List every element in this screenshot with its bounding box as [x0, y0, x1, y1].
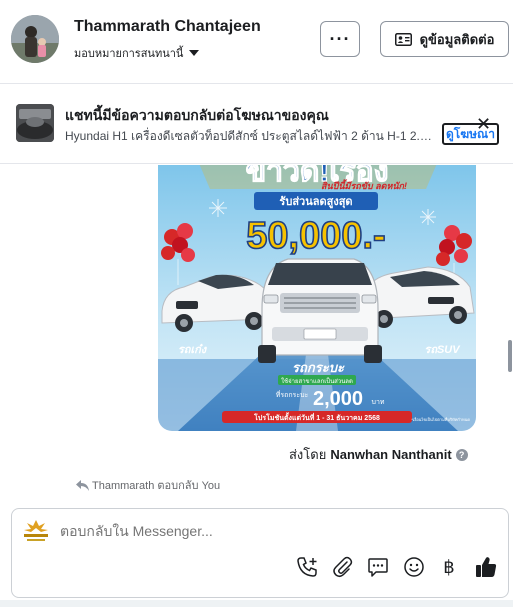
saved-replies-icon[interactable] [366, 555, 390, 579]
ad-center-car-label: รถกระบะ [292, 360, 345, 375]
ad-pickup-label: ที่รถกระบะ [276, 390, 309, 399]
ad-currency: บาท [372, 399, 385, 406]
more-options-button[interactable]: ··· [320, 21, 360, 57]
message-composer: ฿ [11, 508, 509, 598]
view-contact-info-button[interactable]: ดูข้อมูลติดต่อ [380, 21, 509, 57]
sent-by-line: ส่งโดย Nanwhan Nanthanit ? [289, 444, 468, 465]
caret-down-icon [189, 50, 200, 56]
payment-icon[interactable]: ฿ [437, 555, 461, 579]
contact-avatar[interactable] [11, 15, 59, 63]
ad-image-message[interactable]: ข่าวดี!เรือง สินปีนี้มีรถขับ ลดหนัก! รับ… [158, 165, 476, 431]
conversation-header: Thammarath Chantajeen มอบหมายการสนทนานี้… [0, 0, 513, 84]
help-icon[interactable]: ? [455, 448, 468, 461]
ad-description: Hyundai H1 เครื่องดีเซลตัวท็อปดีสักซ์ ปร… [65, 129, 437, 143]
reply-arrow-icon [76, 479, 89, 491]
contact-card-icon [394, 32, 412, 46]
contact-name[interactable]: Thammarath Chantajeen [74, 18, 261, 36]
page-logo [21, 518, 51, 544]
assign-conversation-dropdown[interactable]: มอบหมายการสนทนานี้ [74, 44, 200, 62]
ad-thumbnail [16, 104, 54, 142]
assign-conversation-label: มอบหมายการสนทนานี้ [74, 48, 184, 60]
sent-by-prefix: ส่งโดย [289, 447, 327, 462]
view-contact-info-label: ดูข้อมูลติดต่อ [419, 31, 495, 47]
call-add-icon[interactable] [295, 555, 319, 579]
thumbs-up-icon[interactable] [474, 555, 498, 579]
sent-by-name: Nanwhan Nanthanit [330, 447, 452, 462]
ad-footer-note: *เงื่อนไขเป็นไปตามที่บริษัทกำหนด [411, 416, 470, 422]
more-options-label: ··· [329, 28, 351, 49]
reply-indicator-text: Thammarath ตอบกลับ You [92, 480, 221, 492]
attachment-icon[interactable] [331, 555, 355, 579]
ad-reply-banner: แชทนี้มีข้อความตอบกลับต่อโฆษณาของคุณ Hyu… [0, 85, 513, 164]
message-thread[interactable]: ข่าวดี!เรือง สินปีนี้มีรถขับ ลดหนัก! รับ… [0, 165, 513, 500]
ad-discount-label: รับส่วนลดสูงสุด [279, 195, 352, 209]
ad-left-car-label: รถเก๋ง [178, 343, 208, 356]
ad-tagline: สินปีนี้มีรถขับ ลดหนัก! [321, 179, 407, 191]
ad-pickup-amount: 2,000 [313, 388, 363, 410]
reply-message-input[interactable] [60, 523, 480, 539]
ad-right-car-label: รถSUV [424, 344, 461, 356]
reply-indicator: Thammarath ตอบกลับ You [76, 476, 220, 494]
ad-discount-amount: 50,000.- [246, 215, 385, 257]
ad-reply-title: แชทนี้มีข้อความตอบกลับต่อโฆษณาของคุณ [65, 107, 329, 123]
bottom-edge [0, 600, 513, 607]
thread-scrollbar[interactable] [508, 340, 512, 372]
emoji-icon[interactable] [402, 555, 426, 579]
close-icon[interactable]: ✕ [476, 115, 491, 133]
